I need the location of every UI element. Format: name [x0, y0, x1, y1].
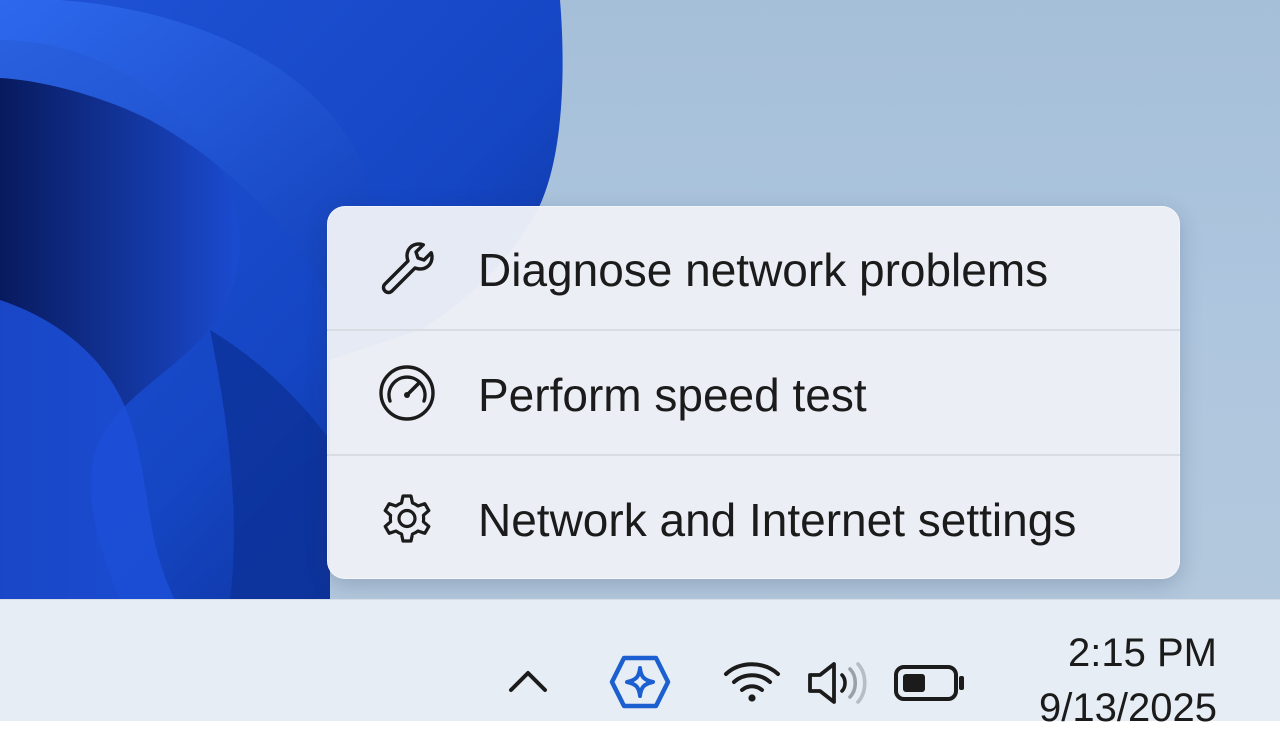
copilot-icon[interactable]: [608, 652, 672, 712]
desktop-wallpaper: Diagnose network problems Perform speed …: [0, 0, 1280, 600]
menu-item-label: Network and Internet settings: [478, 494, 1077, 546]
menu-item-diagnose-network-problems[interactable]: Diagnose network problems: [327, 206, 1180, 329]
gear-icon: [383, 494, 431, 543]
menu-item-network-internet-settings[interactable]: Network and Internet settings: [327, 456, 1180, 579]
menu-item-perform-speed-test[interactable]: Perform speed test: [327, 331, 1180, 454]
chevron-up-icon[interactable]: [503, 664, 553, 698]
battery-icon[interactable]: [893, 664, 967, 702]
volume-icon[interactable]: [806, 660, 870, 706]
menu-item-label: Diagnose network problems: [478, 244, 1049, 296]
wrench-icon: [381, 242, 434, 295]
network-context-menu: Diagnose network problems Perform speed …: [327, 206, 1180, 579]
wifi-icon[interactable]: [722, 658, 782, 704]
speedometer-icon: [379, 365, 435, 421]
clock-date[interactable]: 9/13/2025: [1039, 685, 1217, 731]
clock-time[interactable]: 2:15 PM: [1068, 630, 1217, 676]
menu-item-label: Perform speed test: [478, 369, 867, 421]
taskbar: 2:15 PM 9/13/2025: [0, 599, 1280, 730]
